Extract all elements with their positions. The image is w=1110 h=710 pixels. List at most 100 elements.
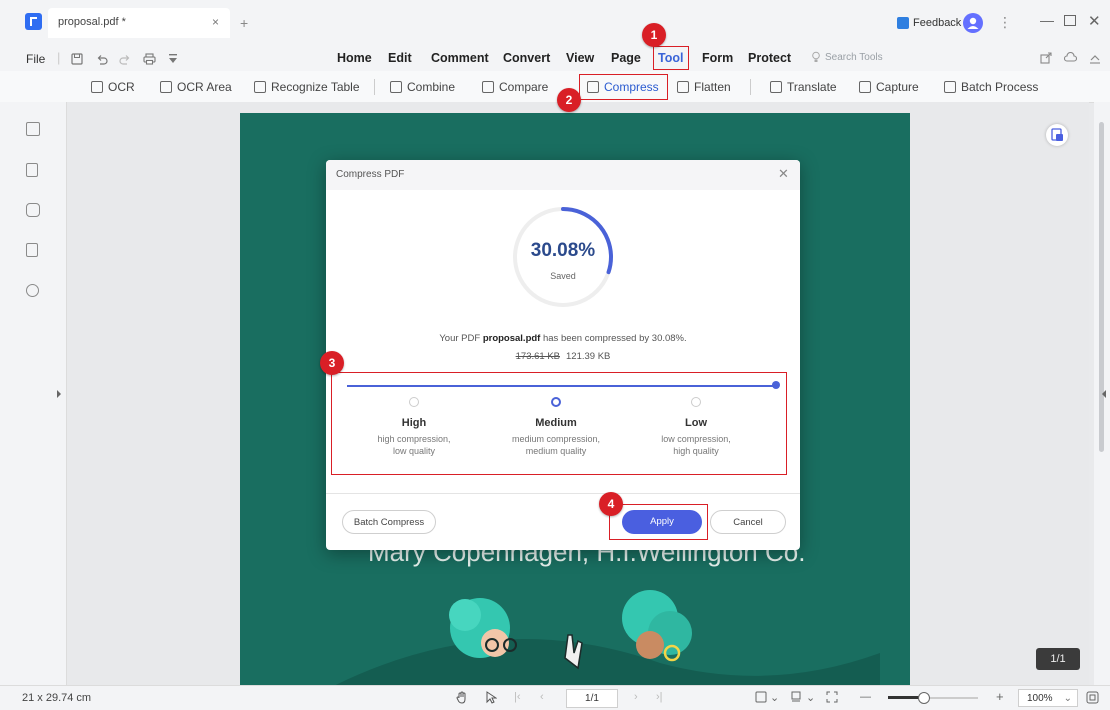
feedback-link[interactable]: Feedback [913, 17, 961, 29]
ocr-button[interactable]: OCR [91, 80, 135, 94]
dialog-header: Compress PDF ✕ [326, 160, 800, 190]
bookmark-icon[interactable] [26, 163, 38, 177]
tab-close-icon[interactable]: × [212, 15, 219, 29]
document-tab-title: proposal.pdf * [58, 16, 126, 28]
close-window-button[interactable]: ✕ [1088, 12, 1101, 30]
share-icon[interactable] [1040, 52, 1052, 64]
chevron-down-icon: ⌄ [1063, 693, 1072, 704]
recognize-table-icon [254, 81, 266, 93]
print-icon[interactable] [143, 53, 156, 65]
title-bar: proposal.pdf * × + Feedback ⋮ — ✕ [0, 0, 1110, 44]
search-icon[interactable] [26, 284, 39, 297]
cancel-button[interactable]: Cancel [710, 510, 786, 534]
capture-button[interactable]: Capture [859, 80, 919, 94]
compressed-size: 121.39 KB [566, 351, 611, 362]
combine-button[interactable]: Combine [390, 80, 455, 94]
tool-ribbon: OCR OCR Area Recognize Table Combine Com… [0, 71, 1110, 103]
zoom-level-select[interactable]: 100% ⌄ [1018, 689, 1078, 707]
redo-icon[interactable] [119, 53, 131, 65]
ocr-area-button[interactable]: OCR Area [160, 80, 232, 94]
menu-edit[interactable]: Edit [388, 51, 412, 65]
zoom-slider[interactable] [888, 692, 978, 704]
result-file-name: proposal.pdf [482, 333, 541, 344]
document-tab[interactable]: proposal.pdf * × [48, 8, 230, 38]
batch-process-button[interactable]: Batch Process [944, 80, 1038, 94]
thumbnails-icon[interactable] [26, 122, 40, 136]
quick-access-dropdown-icon[interactable] [168, 54, 178, 64]
menu-home[interactable]: Home [337, 51, 372, 65]
comment-icon[interactable] [26, 203, 40, 217]
dialog-divider [326, 493, 800, 494]
flatten-label: Flatten [694, 80, 731, 94]
ribbon-divider [374, 79, 375, 95]
zoom-out-button[interactable]: — [860, 691, 871, 703]
next-page-icon[interactable]: › [634, 691, 638, 703]
expand-right-panel-icon[interactable] [1102, 390, 1106, 398]
previous-page-icon[interactable]: ‹ [540, 691, 544, 703]
ocr-label: OCR [108, 80, 135, 94]
saved-label: Saved [550, 271, 576, 281]
floating-tool-button[interactable] [1046, 124, 1068, 146]
last-page-icon[interactable]: ›| [656, 691, 663, 703]
dialog-close-icon[interactable]: ✕ [778, 166, 789, 182]
left-sidebar [0, 102, 67, 685]
recognize-table-button[interactable]: Recognize Table [254, 80, 360, 94]
compression-result-text: Your PDF proposal.pdf has been compresse… [326, 333, 800, 344]
more-options-icon[interactable]: ⋮ [998, 14, 1012, 31]
ocr-area-label: OCR Area [177, 80, 232, 94]
undo-icon[interactable] [96, 53, 108, 65]
expand-sidebar-icon[interactable] [57, 390, 61, 398]
apply-button-highlight [609, 504, 708, 540]
layout-dropdown-icon[interactable]: ⌄ [806, 691, 815, 704]
translate-button[interactable]: Translate [770, 80, 837, 94]
maximize-window-button[interactable] [1064, 15, 1076, 26]
page-number-input[interactable]: 1/1 [566, 689, 618, 708]
zoom-level-value: 100% [1027, 693, 1053, 704]
ribbon-divider [750, 79, 751, 95]
collapse-ribbon-icon[interactable] [1089, 52, 1101, 64]
batch-process-icon [944, 81, 956, 93]
feedback-icon[interactable] [897, 17, 909, 29]
result-prefix: Your PDF [439, 333, 481, 344]
compress-pdf-dialog: Compress PDF ✕ 30.08% Saved Your PDF pro… [326, 160, 800, 550]
batch-process-label: Batch Process [961, 80, 1039, 94]
compare-button[interactable]: Compare [482, 80, 548, 94]
lightbulb-icon [812, 51, 820, 62]
batch-compress-button[interactable]: Batch Compress [342, 510, 436, 534]
step-badge-2: 2 [557, 88, 581, 112]
capture-label: Capture [876, 80, 919, 94]
menu-convert[interactable]: Convert [503, 51, 550, 65]
select-tool-icon[interactable] [486, 691, 497, 704]
menu-comment[interactable]: Comment [431, 51, 489, 65]
menu-protect[interactable]: Protect [748, 51, 791, 65]
recognize-table-label: Recognize Table [271, 80, 360, 94]
menu-file[interactable]: File [26, 52, 45, 66]
flatten-button[interactable]: Flatten [677, 80, 731, 94]
save-icon[interactable] [71, 53, 83, 65]
minimize-window-button[interactable]: — [1040, 12, 1054, 28]
scrollbar-thumb[interactable] [1099, 122, 1104, 452]
page-layout-icon[interactable] [790, 691, 802, 703]
settings-icon[interactable] [1086, 691, 1099, 704]
combine-label: Combine [407, 80, 456, 94]
fit-dropdown-icon[interactable]: ⌄ [770, 691, 779, 704]
hand-tool-icon[interactable] [456, 691, 468, 704]
cloud-upload-icon[interactable] [1064, 52, 1077, 64]
compress-button-highlight [579, 74, 668, 100]
new-tab-icon[interactable]: + [240, 15, 248, 31]
menu-view[interactable]: View [566, 51, 594, 65]
translate-label: Translate [787, 80, 837, 94]
compression-options-highlight [331, 372, 787, 475]
attachment-icon[interactable] [26, 243, 38, 257]
menu-form[interactable]: Form [702, 51, 733, 65]
zoom-in-button[interactable]: + [996, 689, 1004, 704]
tool-menu-highlight [653, 46, 689, 70]
original-size: 173.61 KB [515, 351, 560, 362]
full-screen-icon[interactable] [826, 691, 838, 703]
search-tools-input[interactable]: Search Tools [825, 52, 883, 63]
menu-page[interactable]: Page [611, 51, 641, 65]
zoom-slider-handle[interactable] [918, 692, 930, 704]
user-avatar[interactable] [963, 13, 983, 33]
fit-page-icon[interactable] [755, 691, 767, 703]
first-page-icon[interactable]: |‹ [514, 691, 521, 703]
